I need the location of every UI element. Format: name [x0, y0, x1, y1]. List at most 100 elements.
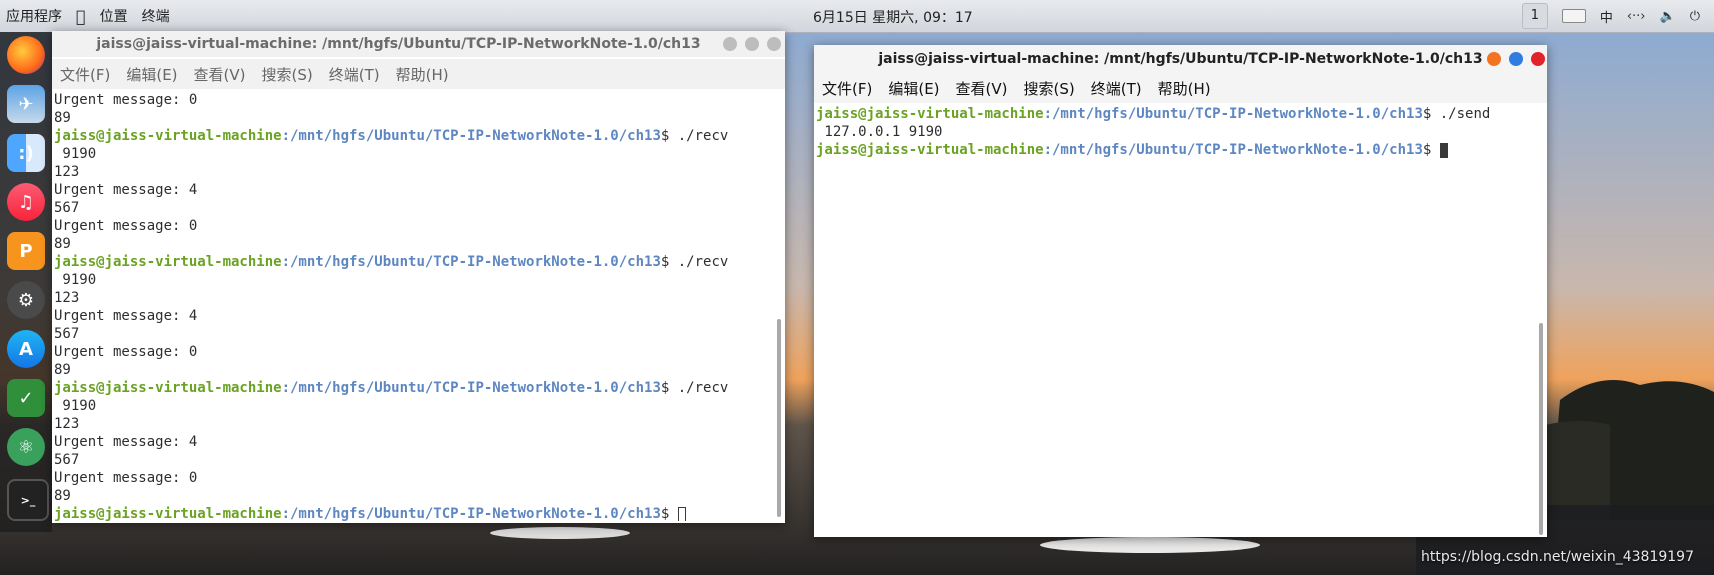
prompt-line: jaiss@jaiss-virtual-machine:/mnt/hgfs/Ub… [816, 141, 1533, 159]
keyboard-icon[interactable] [1561, 9, 1586, 23]
prompt-line: jaiss@jaiss-virtual-machine:/mnt/hgfs/Ub… [816, 105, 1533, 123]
menu-item[interactable]: 查看(V) [948, 78, 1016, 99]
minimize-button[interactable] [723, 37, 737, 51]
prompt-path: :/mnt/hgfs/Ubuntu/TCP-IP-NetworkNote-1.0… [281, 254, 661, 270]
menu-item[interactable]: 文件(F) [814, 78, 880, 99]
output-line: 123 [54, 290, 80, 306]
prompt-user: jaiss@jaiss-virtual-machine [816, 142, 1044, 158]
command-text: ./recv [669, 380, 729, 396]
command-text [1431, 142, 1439, 158]
output-line: 89 [54, 488, 71, 504]
output-line: 89 [54, 236, 71, 252]
music-icon[interactable]: ♫ [7, 183, 45, 221]
output-line: Urgent message: 0 [54, 344, 198, 360]
maximize-button[interactable] [745, 37, 759, 51]
output-line: Urgent message: 0 [54, 470, 198, 486]
dock: ✈ :) ♫ P ⚙ A ✓ ⚛ >_ [0, 32, 52, 532]
window-titlebar[interactable]: jaiss@jaiss-virtual-machine: /mnt/hgfs/U… [52, 31, 785, 57]
menu-bar: 文件(F) 编辑(E) 查看(V) 搜索(S) 终端(T) 帮助(H) [814, 73, 1547, 103]
output-line: 123 [54, 164, 80, 180]
command-text [669, 506, 677, 521]
prompt-path: :/mnt/hgfs/Ubuntu/TCP-IP-NetworkNote-1.0… [1043, 106, 1423, 122]
places-menu[interactable]: 位置 [100, 6, 128, 26]
terminal-menu[interactable]: 终端 [142, 6, 170, 26]
output-line: 567 [54, 200, 80, 216]
vim-icon[interactable]: ✓ [7, 379, 45, 417]
terminal-icon[interactable]: >_ [7, 479, 49, 521]
clock[interactable]: 6月15日 星期六, 09：17 [813, 7, 973, 27]
menu-item[interactable]: 文件(F) [52, 64, 118, 85]
menu-item[interactable]: 终端(T) [1083, 78, 1150, 99]
menu-item[interactable]: 搜索(S) [1016, 78, 1083, 99]
finder-icon[interactable]: :) [7, 134, 45, 172]
menu-item[interactable]: 编辑(E) [118, 64, 185, 85]
close-button[interactable] [767, 37, 781, 51]
window-titlebar[interactable]: jaiss@jaiss-virtual-machine: /mnt/hgfs/U… [814, 45, 1547, 73]
firefox-icon[interactable] [7, 36, 45, 74]
output-line: 567 [54, 326, 80, 342]
prompt-path: :/mnt/hgfs/Ubuntu/TCP-IP-NetworkNote-1.0… [281, 380, 661, 396]
power-icon[interactable]: ⏻ [1690, 9, 1700, 24]
prompt-user: jaiss@jaiss-virtual-machine [54, 506, 282, 521]
window-title: jaiss@jaiss-virtual-machine: /mnt/hgfs/U… [878, 51, 1483, 67]
app-store-icon[interactable]: A [7, 330, 45, 368]
output-line: Urgent message: 0 [54, 92, 198, 108]
ime-indicator[interactable]: 中 [1600, 7, 1613, 26]
output-line: 123 [54, 416, 80, 432]
workspace-indicator[interactable]: 1 [1521, 3, 1548, 29]
menu-item[interactable]: 搜索(S) [254, 64, 321, 85]
terminal-window-left[interactable]: jaiss@jaiss-virtual-machine: /mnt/hgfs/U… [52, 31, 785, 523]
terminal-window-right[interactable]: jaiss@jaiss-virtual-machine: /mnt/hgfs/U… [814, 45, 1547, 537]
window-title: jaiss@jaiss-virtual-machine: /mnt/hgfs/U… [96, 36, 701, 52]
prompt-path: :/mnt/hgfs/Ubuntu/TCP-IP-NetworkNote-1.0… [1043, 142, 1423, 158]
minimize-button[interactable] [1487, 52, 1501, 66]
scrollbar[interactable] [1539, 323, 1543, 535]
menu-item[interactable]: 帮助(H) [1150, 78, 1219, 99]
photo-app-icon[interactable]: ✈ [7, 85, 45, 123]
command-text: ./recv [669, 254, 729, 270]
menu-item[interactable]: 编辑(E) [880, 78, 947, 99]
output-line: 9190 [54, 146, 97, 162]
terminal-output[interactable]: jaiss@jaiss-virtual-machine:/mnt/hgfs/Ub… [816, 105, 1533, 535]
output-line: 9190 [54, 272, 97, 288]
menu-item[interactable]: 帮助(H) [388, 64, 457, 85]
output-line: 567 [54, 452, 80, 468]
terminal-output[interactable]: Urgent message: 0 89 jaiss@jaiss-virtual-m… [54, 91, 771, 521]
output-line: Urgent message: 4 [54, 308, 198, 324]
prompt-line: jaiss@jaiss-virtual-machine:/mnt/hgfs/Ub… [54, 505, 771, 521]
prompt-line: jaiss@jaiss-virtual-machine:/mnt/hgfs/Ub… [54, 253, 771, 271]
presentation-icon[interactable]: P [7, 232, 45, 270]
output-line: Urgent message: 0 [54, 218, 198, 234]
prompt-line: jaiss@jaiss-virtual-machine:/mnt/hgfs/Ub… [54, 379, 771, 397]
prompt-path: :/mnt/hgfs/Ubuntu/TCP-IP-NetworkNote-1.0… [281, 506, 661, 521]
menu-bar: 文件(F) 编辑(E) 查看(V) 搜索(S) 终端(T) 帮助(H) [52, 59, 785, 89]
top-panel: 应用程序  位置 终端 6月15日 星期六, 09：17 1 中 ‹··› 🔈… [0, 0, 1714, 33]
maximize-button[interactable] [1509, 52, 1523, 66]
apple-icon[interactable]:  [76, 7, 86, 26]
text-cursor [677, 506, 686, 521]
command-text: ./recv [669, 128, 729, 144]
menu-item[interactable]: 查看(V) [186, 64, 254, 85]
scrollbar[interactable] [777, 319, 781, 517]
network-icon[interactable]: ‹··› [1627, 9, 1646, 24]
prompt-user: jaiss@jaiss-virtual-machine [54, 128, 282, 144]
settings-icon[interactable]: ⚙ [7, 281, 45, 319]
output-line: Urgent message: 4 [54, 434, 198, 450]
output-line: 9190 [54, 398, 97, 414]
close-button[interactable] [1531, 52, 1545, 66]
prompt-user: jaiss@jaiss-virtual-machine [816, 106, 1044, 122]
output-line: 89 [54, 110, 71, 126]
prompt-path: :/mnt/hgfs/Ubuntu/TCP-IP-NetworkNote-1.0… [281, 128, 661, 144]
prompt-user: jaiss@jaiss-virtual-machine [54, 380, 282, 396]
prompt-line: jaiss@jaiss-virtual-machine:/mnt/hgfs/Ub… [54, 127, 771, 145]
output-line: 89 [54, 362, 71, 378]
prompt-user: jaiss@jaiss-virtual-machine [54, 254, 282, 270]
applications-menu[interactable]: 应用程序 [6, 6, 62, 26]
command-text: ./send [1431, 106, 1491, 122]
text-cursor [1439, 142, 1448, 158]
menu-item[interactable]: 终端(T) [321, 64, 388, 85]
volume-icon[interactable]: 🔈 [1660, 9, 1676, 24]
atom-icon[interactable]: ⚛ [7, 428, 45, 466]
output-line: 127.0.0.1 9190 [816, 124, 943, 140]
output-line: Urgent message: 4 [54, 182, 198, 198]
